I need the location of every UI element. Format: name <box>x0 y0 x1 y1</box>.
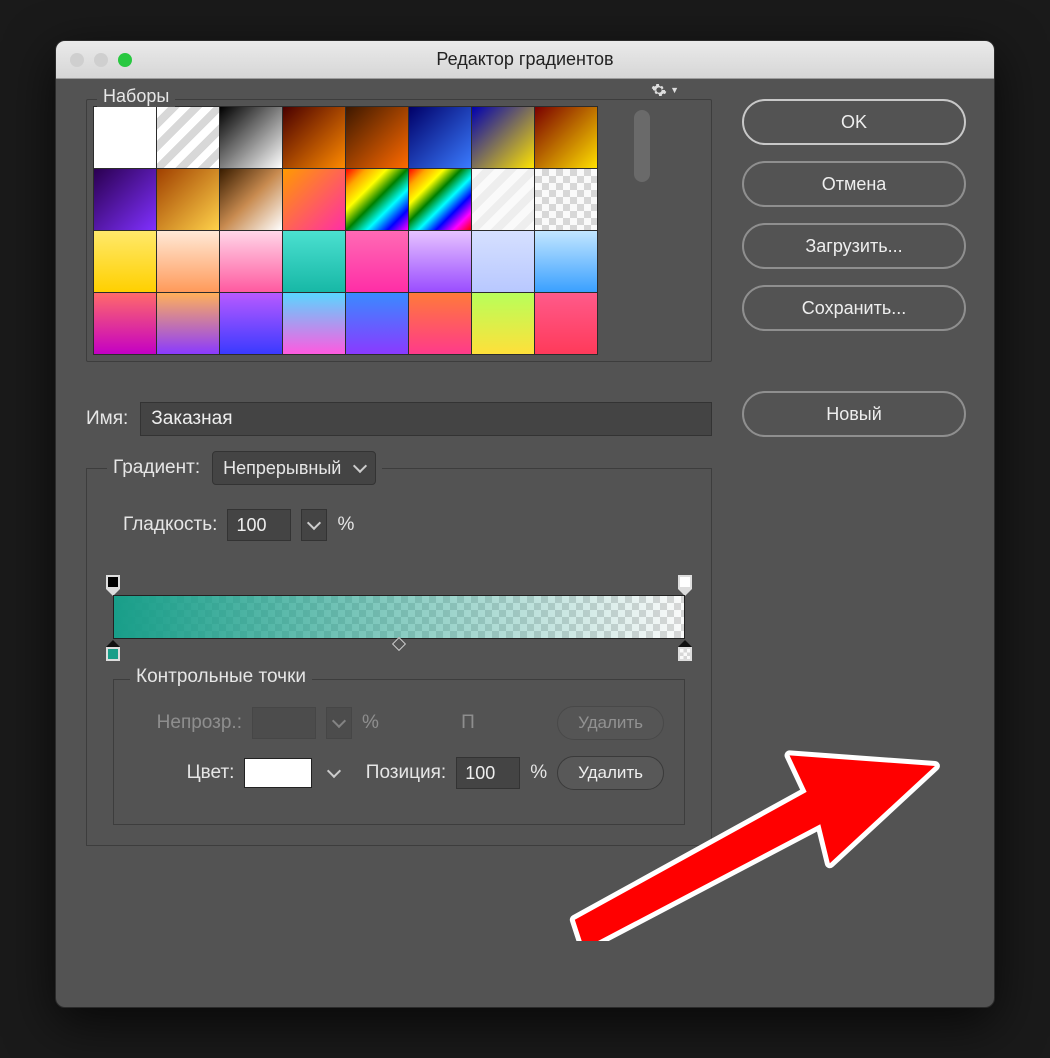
preset-swatch[interactable] <box>283 169 346 231</box>
preset-swatch[interactable] <box>346 231 409 293</box>
preset-swatch[interactable] <box>220 293 283 355</box>
preset-swatch[interactable] <box>535 107 598 169</box>
save-button[interactable]: Сохранить... <box>742 285 966 331</box>
preset-swatch[interactable] <box>346 107 409 169</box>
chevron-down-icon <box>307 516 321 530</box>
preset-swatch[interactable] <box>409 107 472 169</box>
color-stop-label: Цвет: <box>134 762 234 784</box>
cancel-button[interactable]: Отмена <box>742 161 966 207</box>
preset-swatch[interactable] <box>535 231 598 293</box>
preset-swatch[interactable] <box>220 231 283 293</box>
gradient-type-select[interactable]: Непрерывный <box>212 451 376 485</box>
opacity-value-input <box>252 707 316 739</box>
smoothness-unit: % <box>337 514 354 536</box>
gradient-editor-window: Редактор градиентов Наборы ▼ <box>55 40 995 1008</box>
opacity-dropdown-button <box>326 707 352 739</box>
preset-swatch[interactable] <box>220 169 283 231</box>
titlebar: Редактор градиентов <box>56 41 994 79</box>
chevron-down-icon <box>332 714 346 728</box>
color-delete-button[interactable]: Удалить <box>557 756 664 790</box>
load-button[interactable]: Загрузить... <box>742 223 966 269</box>
preset-swatch[interactable] <box>409 231 472 293</box>
preset-swatch[interactable] <box>472 231 535 293</box>
preset-swatch[interactable] <box>220 107 283 169</box>
preset-swatch[interactable] <box>472 169 535 231</box>
color-stop-start[interactable] <box>106 640 120 661</box>
color-dropdown-button[interactable] <box>322 757 346 789</box>
gear-icon <box>651 82 667 98</box>
preset-swatch[interactable] <box>157 293 220 355</box>
opacity-delete-button[interactable]: Удалить <box>557 706 664 740</box>
color-position-input[interactable] <box>456 757 520 789</box>
preset-swatch[interactable] <box>472 107 535 169</box>
close-window-button[interactable] <box>70 53 84 67</box>
preset-swatch[interactable] <box>472 293 535 355</box>
gradient-midpoint[interactable] <box>392 637 406 651</box>
smoothness-label: Гладкость: <box>123 514 217 536</box>
gradient-bar[interactable] <box>113 595 685 639</box>
control-points-label: Контрольные точки <box>130 666 312 688</box>
name-label: Имя: <box>86 408 128 430</box>
opacity-unit: % <box>362 712 379 734</box>
color-position-label: Позиция: <box>366 762 446 784</box>
zoom-window-button[interactable] <box>118 53 132 67</box>
gradient-type-value: Непрерывный <box>223 458 341 479</box>
chevron-down-icon <box>327 764 341 778</box>
window-title: Редактор градиентов <box>56 49 994 70</box>
gradient-settings-panel: Градиент: Непрерывный Гладкость: % <box>86 468 712 846</box>
smoothness-dropdown-button[interactable] <box>301 509 327 541</box>
opacity-stop-end[interactable] <box>678 575 692 596</box>
presets-label: Наборы <box>97 86 175 107</box>
preset-swatch[interactable] <box>535 293 598 355</box>
opacity-position-label: П <box>461 712 475 734</box>
presets-panel: Наборы ▼ <box>86 99 712 362</box>
preset-swatch[interactable] <box>94 169 157 231</box>
preset-swatch[interactable] <box>283 231 346 293</box>
preset-swatch[interactable] <box>283 107 346 169</box>
preset-swatch[interactable] <box>94 293 157 355</box>
color-position-unit: % <box>530 762 547 784</box>
opacity-stop-label: Непрозр.: <box>134 712 242 734</box>
color-stop-end[interactable] <box>678 640 692 661</box>
preset-swatch[interactable] <box>94 231 157 293</box>
color-well[interactable] <box>244 758 311 788</box>
name-input[interactable] <box>140 402 712 436</box>
chevron-down-icon <box>353 459 367 473</box>
presets-scrollbar[interactable] <box>624 106 654 355</box>
minimize-window-button[interactable] <box>94 53 108 67</box>
smoothness-input[interactable] <box>227 509 291 541</box>
preset-swatch[interactable] <box>283 293 346 355</box>
preset-swatch[interactable] <box>157 107 220 169</box>
opacity-stop-start[interactable] <box>106 575 120 596</box>
chevron-down-icon: ▼ <box>670 85 679 95</box>
presets-menu-button[interactable]: ▼ <box>651 82 679 98</box>
preset-swatch[interactable] <box>409 169 472 231</box>
preset-swatch-grid <box>93 106 598 355</box>
preset-swatch[interactable] <box>94 107 157 169</box>
scroll-thumb[interactable] <box>634 110 650 182</box>
preset-swatch[interactable] <box>346 169 409 231</box>
gradient-ramp-editor[interactable] <box>113 595 685 639</box>
new-button[interactable]: Новый <box>742 391 966 437</box>
window-controls <box>70 53 132 67</box>
ok-button[interactable]: OK <box>742 99 966 145</box>
gradient-type-label: Градиент: <box>113 457 200 479</box>
preset-swatch[interactable] <box>157 169 220 231</box>
control-points-panel: Контрольные точки Непрозр.: % П Удалить <box>113 679 685 825</box>
preset-swatch[interactable] <box>409 293 472 355</box>
preset-swatch[interactable] <box>157 231 220 293</box>
preset-swatch[interactable] <box>535 169 598 231</box>
preset-swatch[interactable] <box>346 293 409 355</box>
